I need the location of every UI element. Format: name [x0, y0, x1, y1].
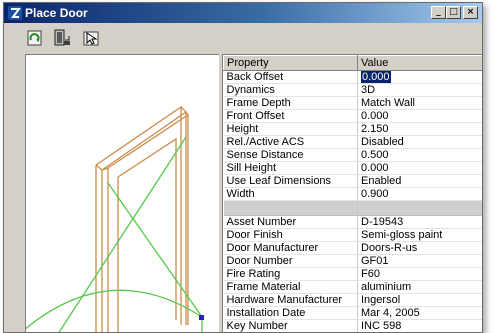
property-value[interactable]: 3D	[357, 83, 482, 97]
property-row[interactable]: Back Offset 0.000	[223, 70, 482, 84]
property-name: Front Offset	[223, 109, 358, 123]
property-value[interactable]: 0.000	[357, 161, 482, 175]
property-value[interactable]: Semi-gloss paint	[357, 228, 482, 242]
property-row[interactable]: Sill Height 0.000	[223, 161, 482, 175]
door-preview-3d[interactable]	[25, 54, 219, 332]
pointer-icon	[83, 31, 99, 46]
property-row[interactable]: Front Offset 0.000	[223, 109, 482, 123]
property-name: Key Number	[223, 319, 358, 332]
place-door-dialog: Place Door _ □ × Property Value Back Off…	[3, 2, 483, 333]
refresh-icon	[27, 30, 42, 46]
title-bar[interactable]: Place Door _ □ ×	[4, 3, 482, 23]
property-value[interactable]: 0.000	[357, 109, 482, 123]
door-icon	[54, 29, 70, 46]
property-value[interactable]: Doors-R-us	[357, 241, 482, 255]
property-row[interactable]: Door Finish Semi-gloss paint	[223, 228, 482, 242]
property-value[interactable]: F60	[357, 267, 482, 281]
property-name: Asset Number	[223, 215, 358, 229]
property-value[interactable]: 0.500	[357, 148, 482, 162]
anchor-point[interactable]	[199, 315, 204, 320]
maximize-button[interactable]: □	[446, 6, 461, 19]
property-name: Installation Date	[223, 306, 358, 320]
property-value[interactable]: Enabled	[357, 174, 482, 188]
property-name: Door Number	[223, 254, 358, 268]
property-row[interactable]: Key Number INC 598	[223, 319, 482, 332]
property-name: Fire Rating	[223, 267, 358, 281]
property-name: Frame Material	[223, 280, 358, 294]
property-value[interactable]: Match Wall	[357, 96, 482, 110]
property-row[interactable]: Fire Rating F60	[223, 267, 482, 281]
property-name: Back Offset	[223, 70, 358, 84]
refresh-button[interactable]	[24, 27, 46, 49]
door-tool-button[interactable]	[51, 27, 73, 49]
property-row[interactable]: Installation Date Mar 4, 2005	[223, 306, 482, 320]
column-header-value[interactable]: Value	[357, 55, 482, 71]
pointer-tool-button[interactable]	[80, 27, 102, 49]
property-row[interactable]: Width 0.900	[223, 187, 482, 201]
property-value[interactable]: GF01	[357, 254, 482, 268]
property-row[interactable]: Rel./Active ACS Disabled	[223, 135, 482, 149]
column-header-property[interactable]: Property	[223, 55, 358, 71]
property-name: Rel./Active ACS	[223, 135, 358, 149]
property-name: Frame Depth	[223, 96, 358, 110]
close-button[interactable]: ×	[463, 6, 478, 19]
app-logo-icon	[8, 6, 22, 20]
property-name: Sill Height	[223, 161, 358, 175]
property-row[interactable]: Door Manufacturer Doors-R-us	[223, 241, 482, 255]
toolbar	[4, 23, 482, 53]
property-name: Door Finish	[223, 228, 358, 242]
property-row[interactable]: Sense Distance 0.500	[223, 148, 482, 162]
property-row[interactable]: Asset Number D-19543	[223, 215, 482, 229]
properties-grid: Property Value Back Offset 0.000 Dynamics…	[222, 54, 482, 332]
property-name: Use Leaf Dimensions	[223, 174, 358, 188]
property-name: Width	[223, 187, 358, 201]
property-row[interactable]: Frame Material aluminium	[223, 280, 482, 294]
property-value[interactable]: Ingersol	[357, 293, 482, 307]
property-row[interactable]: Use Leaf Dimensions Enabled	[223, 174, 482, 188]
minimize-button[interactable]: _	[431, 6, 446, 19]
property-row[interactable]: Hardware Manufacturer Ingersol	[223, 293, 482, 307]
group-separator	[223, 200, 482, 216]
property-row[interactable]: Dynamics 3D	[223, 83, 482, 97]
window-title: Place Door	[25, 6, 88, 20]
property-name: Hardware Manufacturer	[223, 293, 358, 307]
property-value[interactable]: 2.150	[357, 122, 482, 136]
property-row[interactable]: Door Number GF01	[223, 254, 482, 268]
property-value[interactable]: Mar 4, 2005	[357, 306, 482, 320]
property-name: Door Manufacturer	[223, 241, 358, 255]
property-value[interactable]: D-19543	[357, 215, 482, 229]
property-row[interactable]: Height 2.150	[223, 122, 482, 136]
property-value[interactable]: 0.000	[357, 70, 482, 84]
property-value[interactable]: Disabled	[357, 135, 482, 149]
properties-table: Property Value Back Offset 0.000 Dynamics…	[223, 55, 482, 332]
property-row[interactable]: Frame Depth Match Wall	[223, 96, 482, 110]
property-name: Height	[223, 122, 358, 136]
property-name: Sense Distance	[223, 148, 358, 162]
property-value[interactable]: INC 598	[357, 319, 482, 332]
property-name: Dynamics	[223, 83, 358, 97]
property-value[interactable]: 0.900	[357, 187, 482, 201]
selected-value[interactable]: 0.000	[361, 70, 391, 83]
door-model-drawing	[26, 105, 204, 332]
property-value[interactable]: aluminium	[357, 280, 482, 294]
